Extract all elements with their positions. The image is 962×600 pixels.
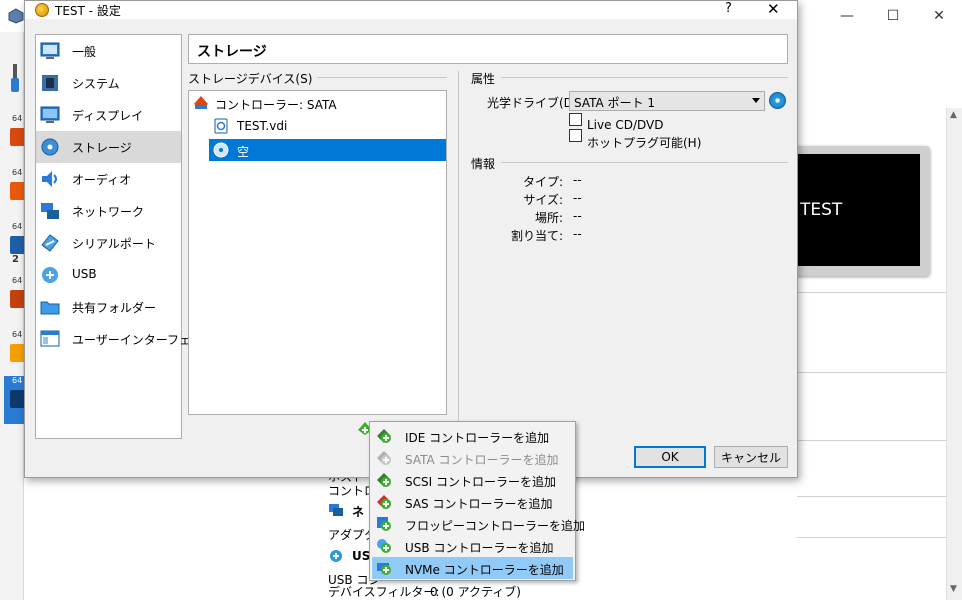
vm-list-item[interactable]: 64 [4,330,26,380]
nav-item-usb[interactable]: USB [36,259,181,291]
preview-label: TEST [800,200,843,220]
info-type-value: -- [573,173,582,187]
info-label: 情報 [471,157,496,171]
settings-gear-icon [35,3,49,17]
ok-button[interactable]: OK [634,446,706,468]
tools-icon[interactable] [10,64,20,94]
general-icon [40,42,60,59]
network-icon [329,504,343,516]
page-title: ストレージ [197,44,267,60]
info-attached-value: -- [573,227,582,241]
tree-row-controller[interactable]: コントローラー: SATA [189,92,446,114]
attributes-label: 属性 [471,72,496,86]
nav-item-system[interactable]: システム [36,67,181,99]
serial-port-icon [41,234,59,252]
menu-item-add-sas[interactable]: SAS コントローラーを追加 [372,491,573,513]
menu-item-add-floppy[interactable]: フロッピーコントローラーを追加 [372,513,585,535]
network-icon [41,203,59,219]
vm-list-item[interactable]: 64 [4,114,26,164]
nav-item-audio[interactable]: オーディオ [36,163,181,195]
vm-list-item-selected[interactable]: 64 [4,376,26,424]
menu-item-add-usb[interactable]: USB コントローラーを追加 [372,535,573,557]
checkbox-box[interactable] [569,128,582,142]
info-location-value: -- [573,209,582,223]
info-type-key: タイプ: [522,175,563,189]
add-sata-controller-icon [377,451,391,465]
tree-row-disk[interactable]: TEST.vdi [209,115,446,137]
page-title-box: ストレージ [188,34,788,64]
add-nvme-controller-icon [377,563,391,575]
device-filter-value: 0 (0 アクティブ) [430,585,521,599]
dialog-titlebar: TEST - 設定 ? ✕ [25,0,797,19]
add-usb-controller-icon [377,539,391,553]
settings-nav: 一般 システム ディスプレイ ストレージ オーディオ ネットワーク シリアルポー… [35,34,214,439]
tree-row-empty-optical[interactable]: 空 [209,139,446,161]
add-controller-menu: IDE コントローラーを追加 SATA コントローラーを追加 SCSI コントロ… [369,421,585,581]
cancel-button[interactable]: キャンセル [714,446,788,468]
menu-item-add-sata[interactable]: SATA コントローラーを追加 [372,447,573,469]
usb-icon [42,267,58,283]
pane-splitter[interactable] [458,71,459,423]
menu-item-add-nvme[interactable]: NVMe コントローラーを追加 [372,557,573,579]
device-filter-label: デバイスフィルター: [328,585,440,599]
usb-icon [330,550,342,562]
nav-item-shared-folder[interactable]: 共有フォルダー [36,291,181,323]
display-icon [40,106,60,123]
settings-dialog: TEST - 設定 ? ✕ 一般 システム ディスプレイ ストレージ オーディオ… [24,0,798,478]
dialog-title: TEST - 設定 [55,4,121,18]
optical-disc-icon [213,142,229,158]
virtualbox-logo-icon [8,8,24,24]
vm-list-item[interactable]: 64 [4,276,26,326]
nav-item-display[interactable]: ディスプレイ [36,99,181,131]
hard-disk-icon [214,118,228,134]
user-interface-icon [40,330,60,347]
info-attached-key: 割り当て: [510,229,563,243]
optical-drive-label: 光学ドライブ(D): [487,96,582,110]
add-sas-controller-icon [377,495,391,509]
controller-icon [194,96,208,109]
info-size-value: -- [573,191,582,205]
add-floppy-controller-icon [377,517,391,531]
vm-list: 64 64 64 2 64 64 64 [0,32,26,600]
nav-item-network[interactable]: ネットワーク [36,195,181,227]
help-button[interactable]: ? [725,1,732,16]
details-scrollbar[interactable]: ▲ ▼ [946,108,962,600]
vm-list-item[interactable]: 64 2 [4,222,26,272]
storage-tree: コントローラー: SATA TEST.vdi 空 [188,90,447,415]
checkbox-box[interactable] [569,112,582,126]
nav-item-user-interface[interactable]: ユーザーインターフェース [36,323,214,355]
optical-drive-select[interactable]: SATA ポート 1 [569,91,765,111]
details-pane [797,32,962,600]
menu-item-add-ide[interactable]: IDE コントローラーを追加 [372,425,573,447]
nav-item-serial-port[interactable]: シリアルポート [36,227,181,259]
storage-icon [41,138,59,156]
menu-item-add-scsi[interactable]: SCSI コントローラーを追加 [372,469,573,491]
minimize-button[interactable]: — [824,0,870,32]
system-icon [42,75,58,91]
storage-devices-label: ストレージデバイス(S) [188,72,313,86]
add-scsi-controller-icon [377,473,391,487]
choose-disc-icon[interactable] [769,92,786,109]
maximize-button[interactable]: ☐ [870,0,916,32]
shared-folder-icon [40,301,60,315]
chevron-down-icon [752,98,760,103]
info-location-key: 場所: [534,211,563,225]
nav-item-general[interactable]: 一般 [36,35,181,67]
manager-close-button[interactable]: ✕ [916,0,962,32]
network-heading: ネ [352,505,365,519]
add-ide-controller-icon [377,429,391,443]
vm-list-item[interactable]: 64 [4,168,26,218]
dialog-close-button[interactable]: ✕ [767,0,780,18]
info-size-key: サイズ: [523,193,563,207]
nav-item-storage[interactable]: ストレージ [36,131,181,163]
audio-icon [42,171,57,187]
